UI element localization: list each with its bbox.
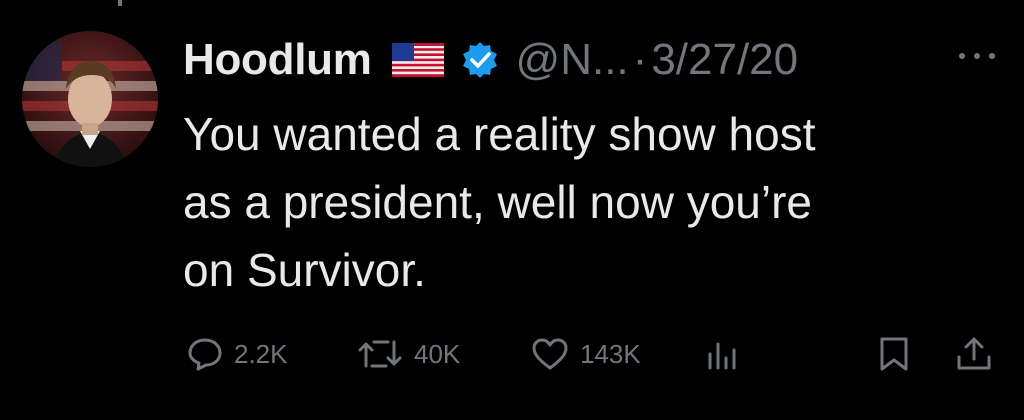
tweet-text: You wanted a reality show host as a pres…: [183, 100, 983, 304]
repost-count: 40K: [414, 338, 461, 369]
pin-icon: [118, 0, 122, 6]
share-button[interactable]: [954, 334, 994, 374]
us-flag-icon: [391, 43, 444, 77]
handle[interactable]: @N...: [516, 35, 629, 85]
reply-icon: [188, 338, 222, 371]
analytics-icon: [708, 342, 736, 370]
tweet-line: as a president, well now you’re: [183, 176, 812, 228]
tweet-header: Hoodlum @N... · 3/27/20: [183, 30, 798, 90]
tweet-date[interactable]: 3/27/20: [651, 35, 798, 85]
tweet-line: You wanted a reality show host: [183, 108, 816, 160]
tweet-line: on Survivor.: [183, 244, 426, 296]
verified-badge-icon[interactable]: [460, 40, 500, 80]
pinned-label-cutoff: [118, 0, 358, 6]
avatar-image: [22, 31, 158, 167]
action-bar: 2.2K 40K 143K: [0, 334, 1024, 374]
repost-icon: [358, 340, 402, 368]
reply-button[interactable]: 2.2K: [186, 334, 288, 374]
repost-button[interactable]: 40K: [356, 334, 460, 374]
display-name[interactable]: Hoodlum: [183, 35, 372, 85]
reply-count: 2.2K: [234, 338, 288, 369]
heart-icon: [532, 338, 568, 370]
bookmark-icon: [880, 337, 908, 371]
more-options-icon[interactable]: [956, 50, 998, 62]
like-count: 143K: [580, 338, 641, 369]
share-icon: [957, 337, 991, 370]
like-button[interactable]: 143K: [530, 334, 641, 374]
bookmark-button[interactable]: [878, 334, 910, 374]
separator-dot: ·: [632, 35, 648, 84]
views-button[interactable]: [704, 334, 740, 374]
avatar[interactable]: [22, 31, 158, 167]
